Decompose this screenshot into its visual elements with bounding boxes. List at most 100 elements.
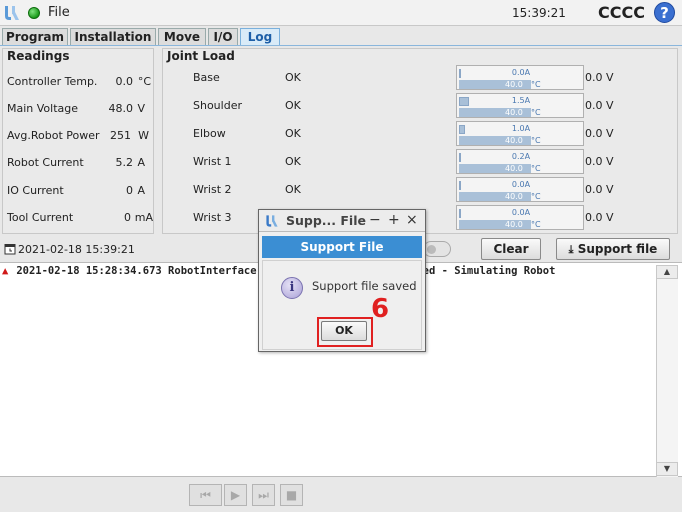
reading-label: Controller Temp.	[7, 75, 98, 88]
joint-temp-unit: °C	[531, 108, 541, 117]
tab-divider	[0, 45, 682, 46]
support-file-dialog: Supp... File − + × Support File i Suppor…	[258, 209, 426, 352]
download-icon: ⤓	[568, 243, 574, 256]
joint-current-unit: A	[524, 68, 531, 77]
joint-temp-unit: °C	[531, 192, 541, 201]
log-entry[interactable]: ▲ 2021-02-18 15:28:34.673 RobotInterface	[2, 265, 257, 277]
joint-load-gauge: 0.0A 40.0 °C	[456, 65, 584, 90]
joint-voltage: 0.0 V	[585, 183, 614, 196]
robot-name: CCCC	[598, 3, 645, 22]
joint-status: OK	[285, 155, 301, 168]
joint-row: Elbow OK 1.0A 40.0 °C 0.0 V	[163, 121, 679, 147]
reading-unit: A	[137, 156, 145, 169]
readings-panel: Readings Controller Temp. 0.0 °C Main Vo…	[2, 48, 154, 234]
log-filter-toggle[interactable]	[423, 241, 451, 257]
joint-temp: 40.0	[505, 108, 523, 117]
ok-button[interactable]: OK	[321, 321, 367, 341]
support-file-label: Support file	[577, 242, 658, 256]
support-file-button[interactable]: ⤓ Support file	[556, 238, 670, 260]
dialog-message: Support file saved	[312, 279, 417, 293]
log-entry-text-tail: cted - Simulating Robot	[410, 265, 556, 277]
joint-current-unit: A	[524, 96, 531, 105]
play-icon[interactable]: ▶	[224, 484, 247, 506]
joint-temp: 40.0	[505, 192, 523, 201]
joint-current-value: 0.0	[511, 208, 525, 217]
reading-value: 0	[124, 211, 131, 224]
clear-button[interactable]: Clear	[481, 238, 541, 260]
joint-temp: 40.0	[505, 220, 523, 229]
dialog-titlebar[interactable]: Supp... File − + ×	[259, 210, 425, 232]
tab-program[interactable]: Program	[2, 28, 68, 46]
joint-current: 0.0A	[457, 68, 585, 77]
maximize-icon[interactable]: +	[388, 212, 400, 228]
joint-current-value: 1.0	[511, 124, 525, 133]
reading-label: Avg.Robot Power	[7, 129, 100, 142]
log-date: 2021-02-18 15:39:21	[4, 243, 135, 256]
joint-temp: 40.0	[505, 136, 523, 145]
joint-current-value: 1.5	[511, 96, 525, 105]
toggle-knob	[427, 245, 436, 254]
joint-load-panel: Joint Load Base OK 0.0A 40.0 °C 0.0 V Shoulder…	[162, 48, 678, 234]
joint-voltage: 0.0 V	[585, 211, 614, 224]
joint-name: Elbow	[193, 127, 226, 140]
tab-move[interactable]: Move	[158, 28, 206, 46]
close-icon[interactable]: ×	[406, 212, 418, 228]
joint-current-value: 0.0	[511, 68, 525, 77]
tab-io[interactable]: I/O	[208, 28, 238, 46]
joint-name: Wrist 1	[193, 155, 232, 168]
help-icon[interactable]: ?	[654, 2, 675, 23]
rewind-icon[interactable]: ⏮	[189, 484, 222, 506]
reading-unit: W	[138, 129, 149, 142]
top-bar: File 15:39:21 CCCC ?	[0, 0, 682, 26]
joint-load-gauge: 0.0A 40.0 °C	[456, 205, 584, 230]
tab-installation[interactable]: Installation	[70, 28, 156, 46]
log-date-text: 2021-02-18 15:39:21	[18, 243, 135, 256]
joint-status: OK	[285, 183, 301, 196]
reading-value: 48.0	[108, 102, 134, 115]
scroll-down-icon[interactable]: ▼	[656, 462, 678, 476]
tab-log[interactable]: Log	[240, 28, 280, 46]
file-menu[interactable]: File	[48, 5, 70, 20]
step-number-annotation: 6	[371, 294, 390, 324]
log-scrollbar[interactable]	[656, 279, 678, 477]
playback-bar: ⏮ ▶ ⏭ ■	[0, 478, 682, 512]
joint-temp-unit: °C	[531, 136, 541, 145]
joint-current-unit: A	[524, 152, 531, 161]
joint-current: 0.2A	[457, 152, 585, 161]
joint-temp: 40.0	[505, 80, 523, 89]
joint-status: OK	[285, 71, 301, 84]
joint-row: Wrist 1 OK 0.2A 40.0 °C 0.0 V	[163, 149, 679, 175]
readings-title: Readings	[7, 49, 70, 63]
joint-name: Wrist 3	[193, 211, 232, 224]
joint-row: Wrist 2 OK 0.0A 40.0 °C 0.0 V	[163, 177, 679, 203]
joint-temp: 40.0	[505, 164, 523, 173]
joint-name: Shoulder	[193, 99, 242, 112]
joint-name: Wrist 2	[193, 183, 232, 196]
joint-current: 0.0A	[457, 208, 585, 217]
joint-temp-unit: °C	[531, 220, 541, 229]
step-icon[interactable]: ⏭	[252, 484, 275, 506]
reading-label: Main Voltage	[7, 102, 79, 115]
reading-unit: V	[137, 102, 145, 115]
robot-status-icon	[28, 7, 40, 19]
joint-current-unit: A	[524, 180, 531, 189]
dialog-body: i Support file saved OK	[262, 260, 422, 350]
reading-value: 5.2	[115, 156, 134, 169]
ur-logo-icon	[266, 215, 278, 227]
joint-status: OK	[285, 127, 301, 140]
joint-load-gauge: 1.5A 40.0 °C	[456, 93, 584, 118]
info-icon: i	[281, 277, 303, 299]
joint-current-unit: A	[524, 208, 531, 217]
ur-logo-icon[interactable]	[2, 3, 22, 23]
stop-icon[interactable]: ■	[280, 484, 303, 506]
dialog-header: Support File	[262, 236, 422, 258]
minimize-icon[interactable]: −	[369, 212, 381, 228]
joint-status: OK	[285, 99, 301, 112]
scroll-up-icon[interactable]: ▲	[656, 265, 678, 279]
dialog-window-title: Supp... File	[286, 213, 366, 228]
joint-temp-unit: °C	[531, 164, 541, 173]
reading-unit: A	[137, 184, 145, 197]
joint-load-gauge: 0.2A 40.0 °C	[456, 149, 584, 174]
reading-value: 251	[110, 129, 131, 142]
calendar-icon	[4, 244, 16, 255]
